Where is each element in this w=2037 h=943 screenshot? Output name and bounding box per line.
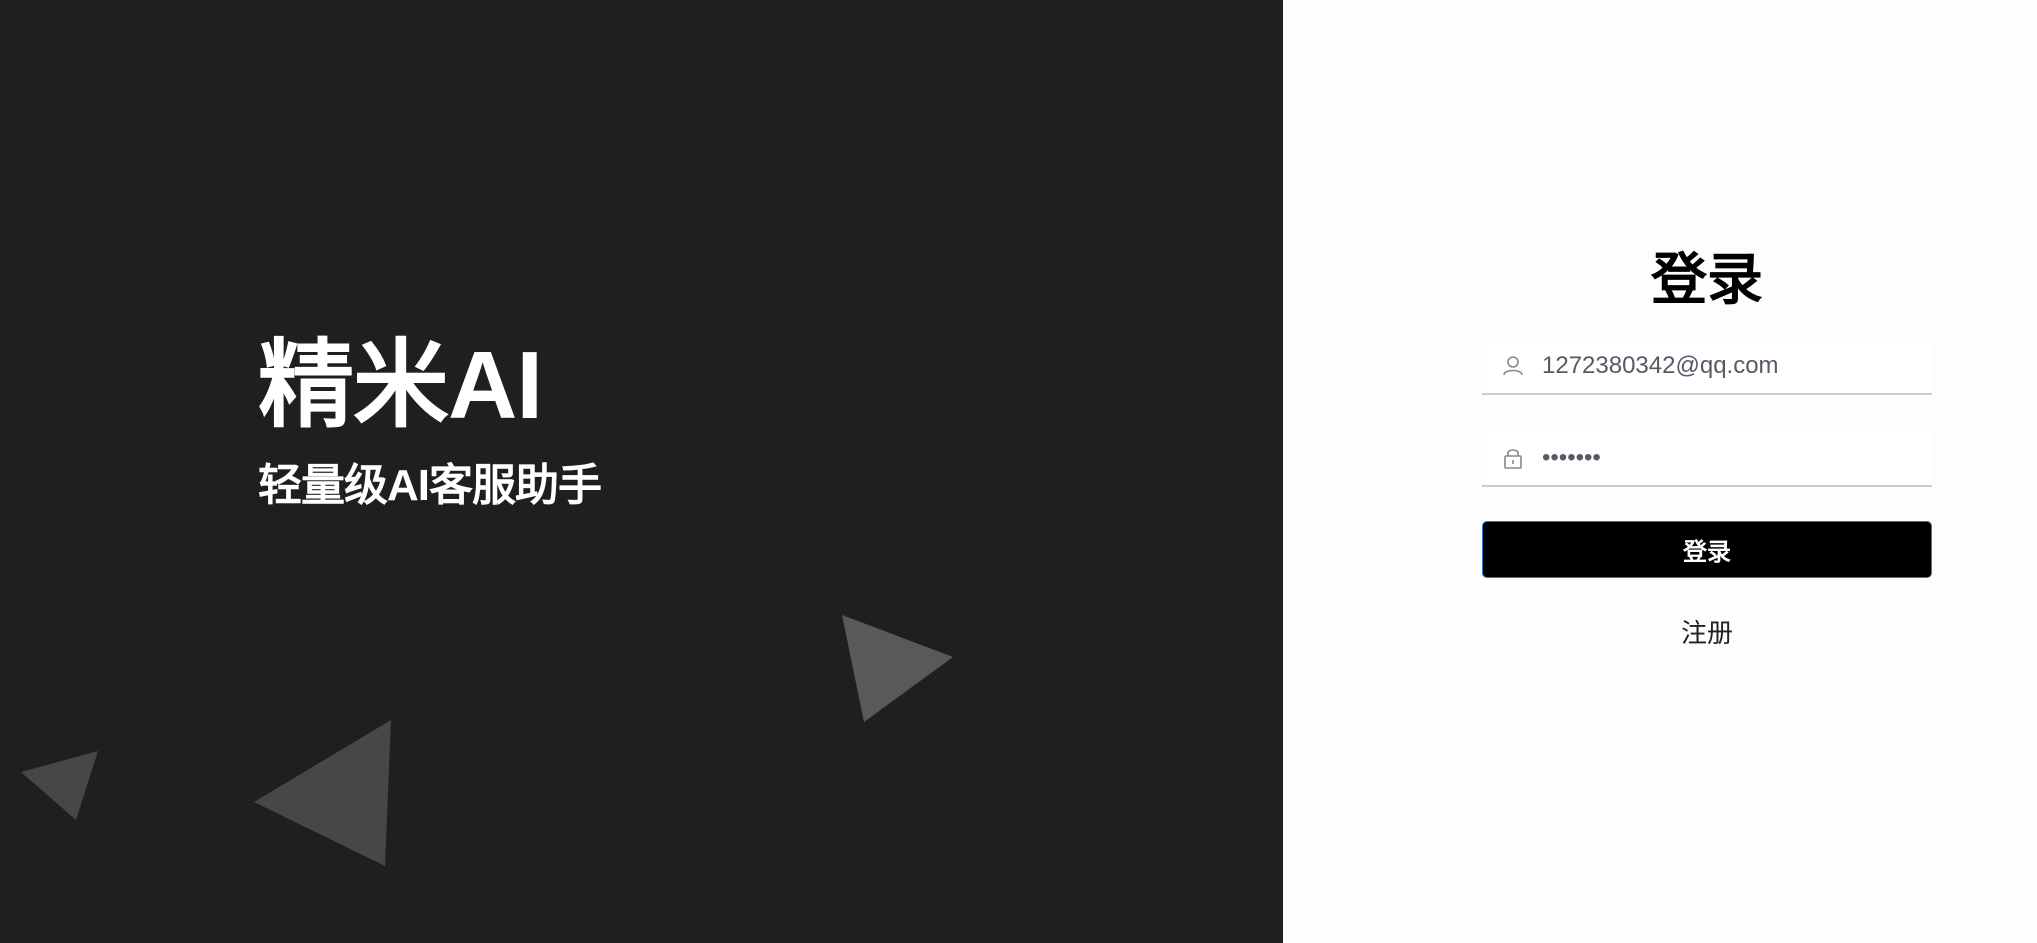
- register-link[interactable]: 注册: [1482, 613, 1932, 650]
- username-input[interactable]: [1542, 338, 1932, 393]
- brand-subtitle: 轻量级AI客服助手: [258, 461, 602, 510]
- login-title: 登录: [1651, 248, 1763, 311]
- login-button[interactable]: 登录: [1482, 521, 1932, 578]
- brand-title: 精米AI: [258, 332, 543, 439]
- brand-block: 精米AI 轻量级AI客服助手: [258, 332, 602, 510]
- decorative-triangle: [254, 720, 391, 866]
- lock-icon: [1502, 447, 1524, 469]
- login-page: 精米AI 轻量级AI客服助手 登录 1272380342@qq.com ••••…: [0, 0, 2037, 943]
- decorative-triangle: [842, 615, 953, 722]
- decorative-triangle: [21, 751, 98, 820]
- login-form: 登录 1272380342@qq.com ••••••• 登录 注册: [1482, 240, 1932, 650]
- password-input[interactable]: [1542, 430, 1932, 485]
- login-panel: 登录 1272380342@qq.com ••••••• 登录 注册: [1283, 0, 2037, 943]
- user-icon: [1502, 355, 1524, 377]
- password-field: [1482, 430, 1932, 487]
- username-field: [1482, 338, 1932, 395]
- decorative-triangles: [21, 615, 953, 866]
- brand-panel: 精米AI 轻量级AI客服助手: [0, 0, 1283, 943]
